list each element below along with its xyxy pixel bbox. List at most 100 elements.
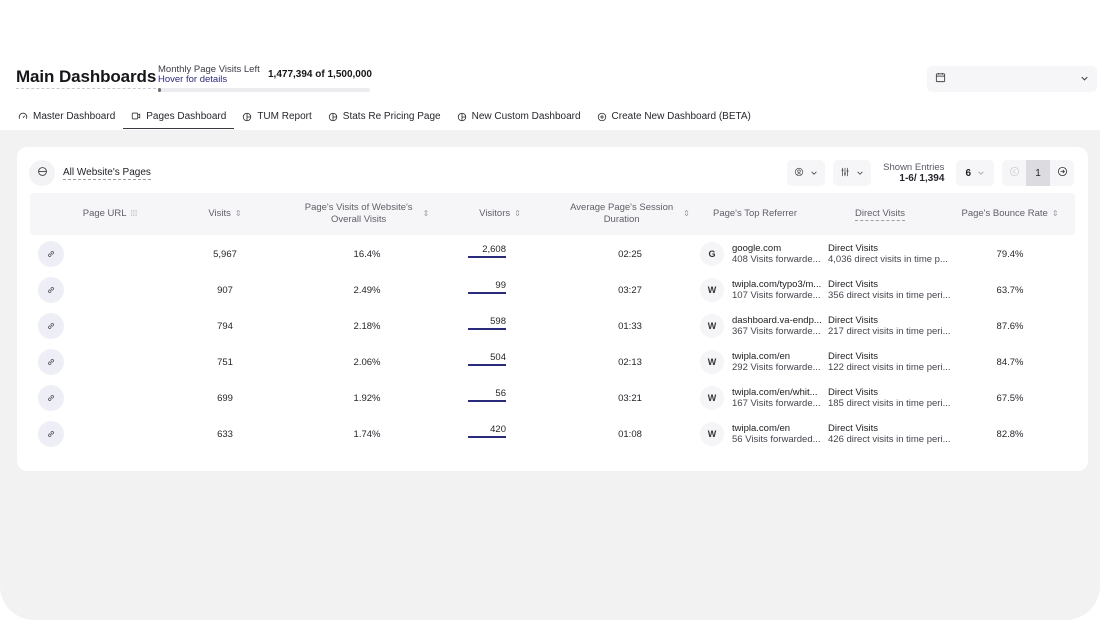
col-visit-share[interactable]: Page's Visits of Website's Overall Visits…	[292, 193, 442, 235]
cell-direct-visits: Direct Visits 185 direct visits in time …	[828, 380, 958, 416]
open-page-link-button[interactable]	[38, 385, 64, 411]
pages-table-card: All Website's Pages Shown Entries 1-6/ 1…	[17, 147, 1088, 471]
cell-visitors[interactable]: 56	[468, 388, 506, 402]
cell-bounce-rate: 87.6%	[996, 320, 1024, 332]
direct-title: Direct Visits	[828, 315, 878, 326]
referrer-subtitle: 56 Visits forwarded...	[732, 434, 821, 445]
tab-label: Master Dashboard	[33, 111, 116, 122]
cell-top-referrer[interactable]: twipla.com/en/whit... 167 Visits forward…	[732, 380, 826, 416]
cell-referrer-icon: G	[700, 236, 726, 272]
cell-top-referrer[interactable]: google.com 408 Visits forwarde...	[732, 236, 826, 272]
cell-top-referrer[interactable]: twipla.com/en 56 Visits forwarded...	[732, 416, 826, 452]
col-bounce-rate[interactable]: Page's Bounce Rate ⇕	[955, 193, 1065, 235]
cell-top-referrer[interactable]: dashboard.va-endp... 367 Visits forwarde…	[732, 308, 826, 344]
col-visits[interactable]: Visits ⇕	[195, 193, 255, 235]
shown-entries-label: Shown Entries	[883, 162, 945, 173]
table-row[interactable]: 794 2.18% 598 01:33 W dashboard.va-endp.…	[30, 308, 1075, 344]
current-page-button[interactable]: 1	[1026, 160, 1050, 186]
cell-top-referrer[interactable]: twipla.com/typo3/m... 107 Visits forward…	[732, 272, 826, 308]
direct-subtitle: 426 direct visits in time peri...	[828, 434, 951, 445]
open-page-link-button[interactable]	[38, 241, 64, 267]
cell-visitors[interactable]: 99	[468, 280, 506, 294]
col-duration[interactable]: Average Page's Session Duration ⇕	[555, 193, 705, 235]
open-page-link-button[interactable]	[38, 313, 64, 339]
cell-direct-visits: Direct Visits 217 direct visits in time …	[828, 308, 958, 344]
cell-visit-share: 1.74%	[353, 428, 381, 440]
open-page-link-button[interactable]	[38, 349, 64, 375]
arrow-right-circle-icon	[1057, 166, 1068, 180]
cell-visits: 5,967	[213, 248, 237, 260]
next-page-button[interactable]	[1050, 160, 1074, 186]
table-row[interactable]: 907 2.49% 99 03:27 W twipla.com/typo3/m.…	[30, 272, 1075, 308]
table-row[interactable]: 699 1.92% 56 03:21 W twipla.com/en/whit.…	[30, 380, 1075, 416]
dashboard-tabs: Master Dashboard Pages Dashboard TUM Repor…	[10, 104, 759, 129]
direct-title: Direct Visits	[828, 387, 878, 398]
chart-pie-icon	[242, 112, 252, 122]
cell-top-referrer[interactable]: twipla.com/en 292 Visits forwarde...	[732, 344, 826, 380]
tab-pages-dashboard[interactable]: Pages Dashboard	[123, 104, 235, 129]
cell-bounce-rate: 79.4%	[996, 248, 1024, 260]
cell-bounce-rate: 82.8%	[996, 428, 1024, 440]
tab-master-dashboard[interactable]: Master Dashboard	[10, 104, 123, 129]
segment-filter-button[interactable]	[787, 160, 826, 186]
open-page-link-button[interactable]	[38, 421, 64, 447]
col-page-url[interactable]: Page URL ⁞⁞⁞	[60, 193, 160, 235]
tab-label: Create New Dashboard (BETA)	[611, 111, 751, 122]
cell-visitors[interactable]: 420	[468, 424, 506, 438]
filter-icon[interactable]: ⁞⁞⁞	[131, 208, 138, 220]
cell-visitors[interactable]: 504	[468, 352, 506, 366]
referrer-subtitle: 408 Visits forwarde...	[732, 254, 821, 265]
link-icon	[46, 393, 56, 403]
direct-subtitle: 4,036 direct visits in time p...	[828, 254, 948, 265]
tab-stats-re-pricing-page[interactable]: Stats Re Pricing Page	[320, 104, 449, 129]
col-direct-visits[interactable]: Direct Visits	[840, 193, 920, 235]
col-share-line1: Page's Visits of Website's	[304, 202, 413, 213]
referrer-subtitle: 107 Visits forwarde...	[732, 290, 821, 301]
gauge-icon	[18, 112, 28, 122]
header: Main Dashboards Monthly Page Visits Left…	[0, 0, 1100, 130]
tab-create-new-dashboard-beta[interactable]: Create New Dashboard (BETA)	[589, 104, 759, 129]
visitors-bar	[468, 292, 506, 294]
cell-visits: 633	[217, 428, 233, 440]
visitors-value: 420	[490, 424, 506, 435]
referrer-title: twipla.com/en	[732, 351, 791, 362]
open-page-link-button[interactable]	[38, 277, 64, 303]
date-range-picker[interactable]	[927, 66, 1097, 92]
database-button[interactable]	[29, 160, 55, 186]
visitors-value: 99	[495, 280, 506, 291]
direct-title: Direct Visits	[828, 423, 878, 434]
tab-new-custom-dashboard[interactable]: New Custom Dashboard	[449, 104, 589, 129]
col-visitors[interactable]: Visitors ⇕	[460, 193, 540, 235]
col-share-line2: Overall Visits	[331, 214, 387, 225]
cell-direct-visits: Direct Visits 426 direct visits in time …	[828, 416, 958, 452]
page-size-select[interactable]: 6	[956, 160, 994, 186]
cell-visitors[interactable]: 2,608	[468, 244, 506, 258]
referrer-favicon-icon: G	[700, 242, 724, 266]
app-frame: Main Dashboards Monthly Page Visits Left…	[0, 0, 1100, 620]
table-row[interactable]: 5,967 16.4% 2,608 02:25 G google.com 408…	[30, 236, 1075, 272]
cell-duration: 02:25	[618, 248, 642, 260]
cell-visitors[interactable]: 598	[468, 316, 506, 330]
cell-referrer-icon: W	[700, 416, 726, 452]
database-icon	[37, 164, 48, 182]
chevron-down-icon	[1080, 70, 1089, 88]
direct-title: Direct Visits	[828, 351, 878, 362]
cell-direct-visits: Direct Visits 122 direct visits in time …	[828, 344, 958, 380]
tab-tum-report[interactable]: TUM Report	[234, 104, 319, 129]
visitors-value: 504	[490, 352, 506, 363]
table-row[interactable]: 751 2.06% 504 02:13 W twipla.com/en 292 …	[30, 344, 1075, 380]
visits-quota[interactable]: Monthly Page Visits Left Hover for detai…	[158, 65, 372, 92]
table-header: Page URL ⁞⁞⁞ Visits ⇕ Page's Visits of W…	[30, 193, 1075, 235]
col-duration-label: Average Page's Session Duration	[570, 202, 673, 226]
shown-entries-value: 1-6/ 1,394	[899, 173, 945, 184]
link-icon	[46, 321, 56, 331]
direct-title: Direct Visits	[828, 243, 878, 254]
link-icon	[46, 357, 56, 367]
column-settings-button[interactable]	[833, 160, 872, 186]
table-row[interactable]: 633 1.74% 420 01:08 W twipla.com/en 56 V…	[30, 416, 1075, 452]
direct-subtitle: 122 direct visits in time peri...	[828, 362, 951, 373]
plus-circle-icon	[597, 112, 607, 122]
col-visitors-label: Visitors	[479, 208, 511, 219]
referrer-favicon-icon: W	[700, 422, 724, 446]
prev-page-button[interactable]	[1002, 160, 1026, 186]
